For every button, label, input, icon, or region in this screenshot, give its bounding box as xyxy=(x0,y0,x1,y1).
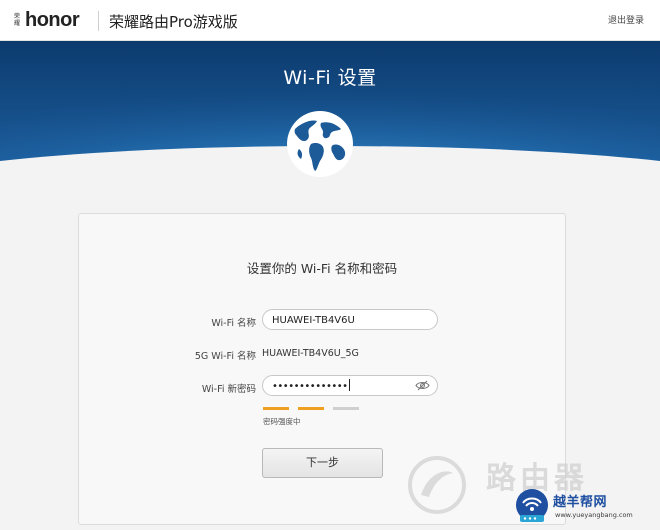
strength-segment xyxy=(333,407,359,410)
header-divider xyxy=(98,11,99,31)
watermark-logo-icon xyxy=(408,456,466,514)
password-input[interactable]: •••••••••••••• xyxy=(262,375,438,396)
show-password-eye-icon[interactable] xyxy=(415,380,430,391)
watermark-site-name: 越羊帮网 xyxy=(553,495,608,510)
password-mask: •••••••••••••• xyxy=(272,376,350,397)
wifi-name-label: Wi-Fi 名称 xyxy=(211,318,256,329)
password-mask-text: •••••••••••••• xyxy=(272,381,348,392)
form-title: 设置你的 Wi-Fi 名称和密码 xyxy=(246,261,398,276)
watermark-site-url: www.yueyangbang.com xyxy=(555,511,633,519)
top-bar: 荣耀 honor 荣耀路由Pro游戏版 退出登录 xyxy=(0,0,660,41)
password-strength-label: 密码强度中 xyxy=(263,417,301,426)
strength-segment xyxy=(263,407,289,410)
wifi-settings-banner: Wi-Fi 设置 xyxy=(0,41,660,177)
wifi-5g-name-label: 5G Wi-Fi 名称 xyxy=(194,351,256,362)
logout-link[interactable]: 退出登录 xyxy=(608,13,644,26)
text-cursor xyxy=(348,379,350,391)
brand-chinese-mark: 荣耀 xyxy=(14,13,21,27)
next-step-button[interactable]: 下一步 xyxy=(262,448,383,478)
password-label: Wi-Fi 新密码 xyxy=(201,384,256,395)
globe-icon xyxy=(287,111,353,177)
router-badge-icon xyxy=(516,489,548,522)
wifi-5g-name-value: HUAWEI-TB4V6U_5G xyxy=(262,348,359,359)
page-title: Wi-Fi 设置 xyxy=(283,67,377,89)
honor-logo: honor xyxy=(25,9,80,31)
strength-segment xyxy=(298,407,324,410)
wifi-name-value: HUAWEI-TB4V6U xyxy=(272,315,355,326)
wifi-name-input[interactable]: HUAWEI-TB4V6U xyxy=(262,309,438,330)
product-name: 荣耀路由Pro游戏版 xyxy=(109,13,238,31)
